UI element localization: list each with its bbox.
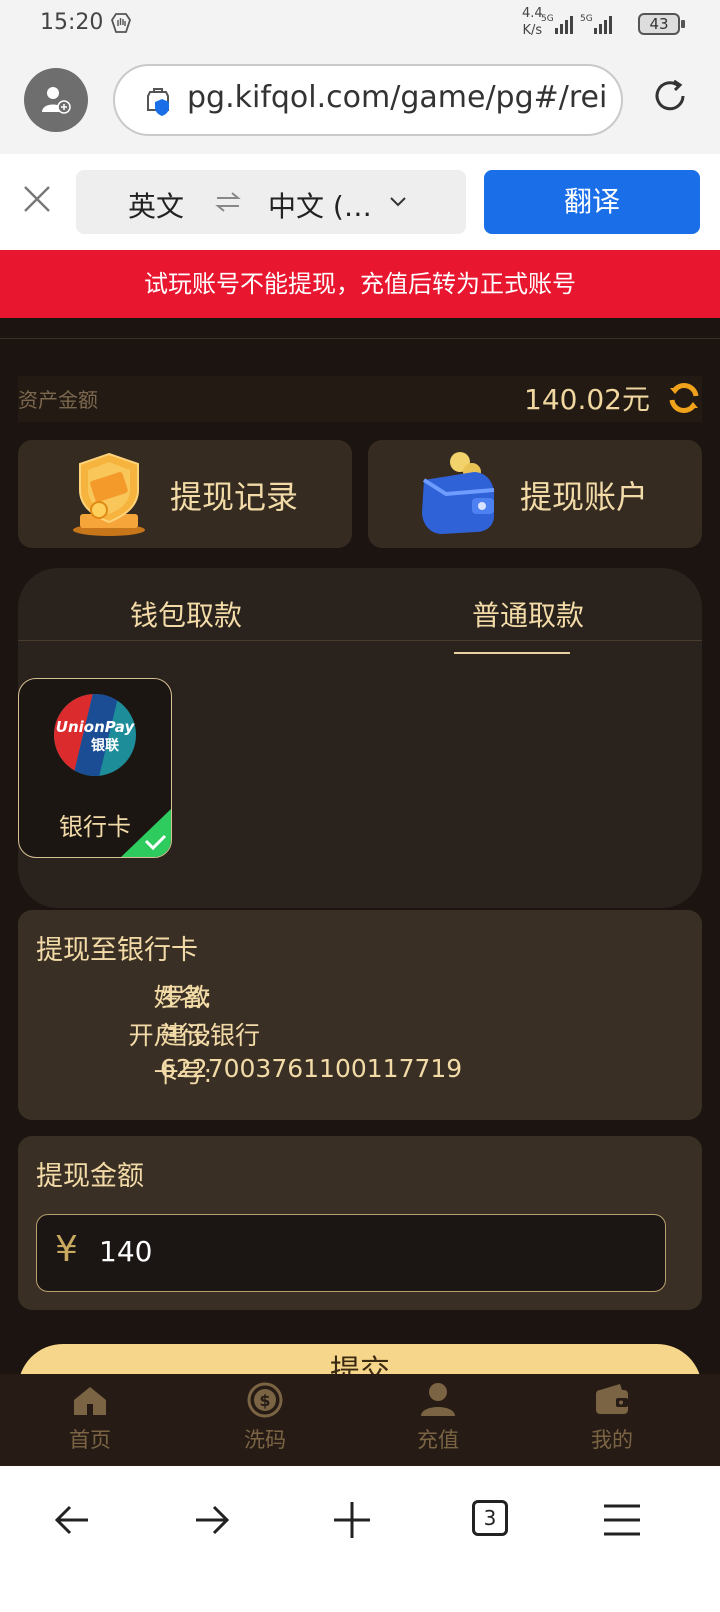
card-row: 卡号: 6227003761100117719 <box>18 1054 702 1088</box>
withdraw-records-label: 提现记录 <box>170 478 299 516</box>
withdraw-records-button[interactable]: 提现记录 <box>18 440 352 548</box>
forward-icon[interactable] <box>190 1498 234 1542</box>
assets-row: 资产金额 140.02元 <box>18 376 702 422</box>
close-icon[interactable] <box>22 184 52 214</box>
translate-button[interactable]: 翻译 <box>484 170 700 234</box>
unionpay-text: UnionPay <box>56 718 136 736</box>
yen-icon: ¥ <box>55 1229 78 1270</box>
tab-normal-withdraw[interactable]: 普通取款 <box>472 594 584 634</box>
tab-rebate[interactable]: $ 洗码 <box>175 1374 355 1466</box>
dollar-coin-icon: $ <box>247 1382 283 1418</box>
source-language[interactable]: 英文 <box>128 185 184 225</box>
address-bar[interactable]: pg.kifqol.com/game/pg#/rei <box>113 64 623 136</box>
hand-icon <box>111 13 131 33</box>
withdraw-amount-title: 提现金额 <box>36 1161 144 1192</box>
signal-icon: 5G <box>580 14 612 34</box>
back-icon[interactable] <box>50 1498 94 1542</box>
withdraw-page: 资产金额 140.02元 提现记录 提现账户 钱包取款 普通取款 UnionPa… <box>0 318 720 1434</box>
withdraw-account-button[interactable]: 提现账户 <box>368 440 702 548</box>
translate-bar: 英文 中文 (… 翻译 <box>0 154 720 250</box>
svg-text:$: $ <box>259 1391 270 1410</box>
clock: 15:20 <box>40 10 104 35</box>
trial-account-banner: 试玩账号不能提现，充值后转为正式账号 <box>0 250 720 318</box>
card-number: 6227003761100117719 <box>160 1054 463 1083</box>
refresh-icon[interactable] <box>666 380 702 416</box>
status-bar: 15:20 4.4 K/s 5G 5G 43 <box>0 0 720 52</box>
url-text: pg.kifqol.com/game/pg#/rei <box>187 80 608 115</box>
bank-info-title: 提现至银行卡 <box>36 935 198 966</box>
network-speed: 4.4 K/s <box>522 6 543 38</box>
withdraw-amount-panel: 提现金额 ¥ 140 <box>18 1136 702 1310</box>
shield-coin-icon <box>73 452 145 536</box>
account-icon[interactable] <box>24 68 88 132</box>
unionpay-cn-text: 银联 <box>91 737 120 754</box>
check-icon <box>121 808 171 857</box>
bank-card-method[interactable]: UnionPay 银联 银行卡 <box>18 678 172 858</box>
divider <box>18 640 702 641</box>
target-language[interactable]: 中文 (… <box>268 185 372 225</box>
user-add-icon <box>42 87 71 114</box>
unionpay-logo-icon: UnionPay 银联 <box>54 694 136 776</box>
menu-icon[interactable] <box>600 1498 644 1542</box>
tab-home[interactable]: 首页 <box>0 1374 180 1466</box>
bank-value: 建设银行 <box>160 1021 261 1050</box>
home-icon <box>74 1387 106 1415</box>
svg-text:5G: 5G <box>541 14 554 24</box>
amount-input[interactable]: ¥ 140 <box>36 1214 666 1292</box>
new-tab-icon[interactable] <box>330 1498 374 1542</box>
divider <box>0 338 720 339</box>
name-value: 罗教 <box>160 983 211 1012</box>
tab-mine[interactable]: 我的 <box>522 1374 702 1466</box>
amount-value[interactable]: 140 <box>99 1235 152 1268</box>
tab-wallet-withdraw[interactable]: 钱包取款 <box>130 594 242 634</box>
name-row: 姓名: 罗教 <box>18 978 702 1012</box>
swap-icon[interactable] <box>214 190 242 214</box>
user-icon <box>421 1383 455 1416</box>
wallet-icon <box>422 452 495 534</box>
tab-recharge[interactable]: 充值 <box>348 1374 528 1466</box>
bank-info-panel: 提现至银行卡 姓名: 罗教 开户行: 建设银行 卡号: 622700376110… <box>18 910 702 1120</box>
reload-icon[interactable] <box>650 76 690 116</box>
assets-label: 资产金额 <box>18 388 98 412</box>
language-selector[interactable]: 英文 中文 (… <box>76 170 466 234</box>
browser-toolbar: pg.kifqol.com/game/pg#/rei <box>0 52 720 154</box>
active-tab-indicator <box>454 652 570 654</box>
tabs-count-button[interactable]: 3 <box>472 1500 508 1536</box>
assets-amount: 140.02元 <box>524 383 650 416</box>
svg-text:5G: 5G <box>580 14 593 24</box>
signal-icon: 5G <box>541 14 573 34</box>
bottom-tab-bar: 首页 $ 洗码 充值 我的 <box>0 1374 720 1466</box>
site-security-icon[interactable] <box>141 84 175 118</box>
bank-row: 开户行: 建设银行 <box>18 1016 702 1050</box>
browser-navbar: 3 <box>0 1466 720 1612</box>
wallet-icon <box>596 1384 628 1414</box>
withdraw-account-label: 提现账户 <box>520 478 649 516</box>
chevron-down-icon[interactable] <box>388 194 408 210</box>
battery-indicator: 43 <box>638 13 685 35</box>
